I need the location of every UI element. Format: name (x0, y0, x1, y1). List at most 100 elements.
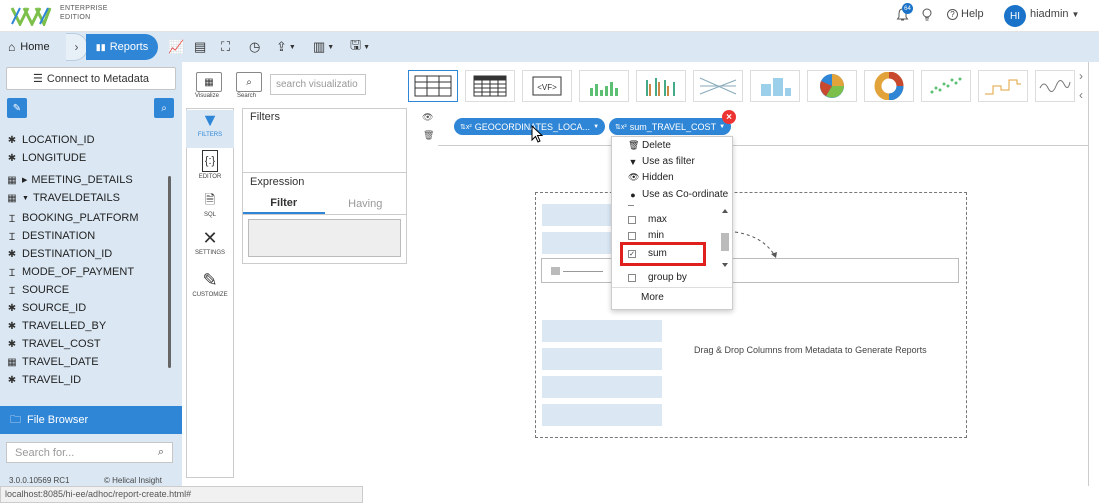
edit-button[interactable]: ✎ (7, 98, 27, 118)
page-scrollbar[interactable] (1088, 62, 1099, 486)
settings-tool[interactable]: ✕ SETTINGS (186, 228, 234, 266)
menu-max[interactable]: max (628, 214, 667, 225)
menu-divider (612, 287, 732, 288)
expression-textarea[interactable] (248, 219, 401, 257)
trash-icon[interactable]: 🗑 (423, 130, 434, 141)
sidebar-table-item[interactable]: ▦ ▼ TRAVELDETAILS (6, 189, 120, 207)
placeholder-block (542, 404, 662, 426)
donut-chart-tile[interactable] (864, 70, 914, 102)
tab-filter[interactable]: Filter (243, 193, 325, 214)
menu-more[interactable]: More (641, 292, 664, 303)
area-chart-tile[interactable] (750, 70, 800, 102)
menu-coordinate-label: Use as Co-ordinate (642, 189, 729, 200)
globe-icon: ● (630, 189, 636, 200)
sparkline-chart-tile[interactable] (1035, 70, 1075, 102)
step-chart-tile[interactable] (978, 70, 1028, 102)
sum-pill-label: sum_TRAVEL_COST (629, 121, 717, 132)
table-icon: ▦ (7, 192, 17, 204)
bar-chart-tile[interactable] (579, 70, 629, 102)
file-search-input[interactable]: Search for... ⌕ (6, 442, 173, 463)
sidebar-field-item[interactable]: Ɪ BOOKING_PLATFORM (6, 209, 139, 227)
sidebar-field-item[interactable]: Ɪ MODE_OF_PAYMENT (6, 263, 134, 281)
layers-tool-icon[interactable]: ▤ (194, 38, 206, 56)
menu-use-as-filter[interactable]: ▼ Use as filter (628, 156, 695, 167)
avatar[interactable]: HI (1004, 5, 1026, 27)
search-button[interactable]: ⌕ (154, 98, 174, 118)
connect-label: Connect to Metadata (46, 72, 149, 85)
connect-metadata-button[interactable]: ☰ Connect to Metadata (6, 67, 176, 90)
sidebar-field-item[interactable]: ✱ DESTINATION_ID (6, 245, 112, 263)
bar-chart-icon: ▮▮ (95, 41, 106, 52)
close-icon[interactable]: × (722, 110, 736, 124)
grouped-bar-chart-tile[interactable] (636, 70, 686, 102)
file-browser-bar[interactable]: 🗀 File Browser (0, 406, 182, 434)
search-visualization-input[interactable]: search visualizatio (270, 74, 366, 95)
caret-right-icon[interactable]: ▶ (22, 176, 27, 184)
gear-icon: ✱ (7, 134, 17, 146)
search-icon[interactable]: ⌕ (236, 72, 262, 92)
placeholder-block (542, 376, 662, 398)
scatter-chart-tile[interactable] (921, 70, 971, 102)
save-tool-icon[interactable]: 🖫 ▼ (350, 37, 370, 56)
sql-tool[interactable]: 🗎 SQL (186, 190, 234, 226)
customize-tool[interactable]: ✎ CUSTOMIZE (186, 270, 234, 306)
help-button[interactable]: ? Help (947, 8, 984, 20)
breadcrumb-reports[interactable]: ▮▮ Reports (86, 34, 158, 60)
geo-column-pill[interactable]: ⇅x² GEOCORDINATES_LOCA... ▼ (454, 118, 606, 135)
sidebar-field-label: MEETING_DETAILS (31, 174, 133, 186)
svg-text:<VF>: <VF> (537, 83, 557, 92)
export-tool-icon[interactable]: ⇪ ▼ (276, 38, 296, 56)
menu-min[interactable]: min (628, 230, 664, 241)
sidebar-field-item[interactable]: ✱ LOCATION_ID (6, 131, 95, 149)
line-chart-tile[interactable] (693, 70, 743, 102)
line-chart-tool-icon[interactable]: 📈 (168, 38, 184, 56)
sidebar-field-item[interactable]: Ɪ DESTINATION (6, 227, 95, 245)
menu-group-by[interactable]: group by (628, 272, 687, 283)
mouse-cursor-icon (531, 125, 544, 143)
sidebar-field-label: DESTINATION_ID (22, 248, 113, 260)
menu-scrollbar[interactable] (720, 208, 730, 268)
tab-having[interactable]: Having (325, 193, 407, 214)
sidebar-scrollbar[interactable] (168, 176, 171, 368)
visualize-icon[interactable]: ▦ (196, 72, 222, 92)
sidebar-field-item[interactable]: ▦ TRAVEL_DATE (6, 353, 99, 371)
sidebar-field-item[interactable]: ✱ TRAVELLED_BY (6, 317, 106, 335)
bulb-button[interactable] (921, 8, 933, 22)
calendar-icon: ▦ (7, 356, 17, 368)
sidebar-field-item[interactable]: ✱ SOURCE_ID (6, 299, 86, 317)
sidebar-table-item[interactable]: ▦ ▶ MEETING_DETAILS (6, 171, 133, 189)
menu-delete[interactable]: 🗑 Delete (628, 140, 671, 151)
menu-delete-label: Delete (642, 140, 671, 151)
placeholder-block (542, 348, 662, 370)
filters-tool[interactable]: ▼ FILTERS (186, 110, 234, 148)
presentation-tool-icon[interactable]: ⛶ (221, 38, 230, 56)
grid-chart-tile[interactable] (465, 70, 515, 102)
html-chart-tile[interactable]: <VF> (522, 70, 572, 102)
menu-hidden-label: Hidden (642, 172, 674, 183)
pie-chart-tile[interactable] (807, 70, 857, 102)
menu-hidden[interactable]: 👁 Hidden (628, 172, 674, 183)
table-chart-tile[interactable] (408, 70, 458, 102)
sidebar-field-label: BOOKING_PLATFORM (22, 212, 139, 224)
sort-icon: ⇅x² (615, 123, 627, 131)
chevron-left-icon[interactable]: ‹ (1075, 87, 1087, 103)
crosstab-icon (473, 75, 507, 97)
chevron-right-icon[interactable]: › (1075, 68, 1087, 84)
eye-icon[interactable]: 👁 (422, 112, 433, 123)
layout-tool-icon[interactable]: ▥ ▼ (313, 38, 334, 56)
menu-use-as-coordinate[interactable]: ● Use as Co-ordinate (628, 189, 728, 200)
sidebar-field-label: TRAVEL_DATE (22, 356, 99, 368)
sidebar-field-item[interactable]: Ɪ SOURCE (6, 281, 69, 299)
caret-down-icon[interactable]: ▼ (22, 195, 29, 202)
sidebar-field-item[interactable]: ✱ TRAVEL_COST (6, 335, 101, 353)
breadcrumb-home[interactable]: ⌂ Home (0, 32, 68, 62)
sidebar-field-item[interactable]: ✱ TRAVEL_ID (6, 371, 81, 389)
sum-column-pill[interactable]: ⇅x² sum_TRAVEL_COST ▼ (609, 118, 732, 135)
sidebar-field-item[interactable]: ✱ LONGITUDE (6, 149, 86, 167)
editor-tool[interactable]: {:} EDITOR (186, 150, 234, 186)
history-tool-icon[interactable]: ◷ (249, 38, 260, 56)
drag-drop-hint: Drag & Drop Columns from Metadata to Gen… (694, 345, 927, 355)
user-menu[interactable]: hiadmin ▼ (1030, 8, 1079, 20)
top-bar (0, 0, 1099, 32)
notification-badge: 64 (902, 3, 913, 14)
